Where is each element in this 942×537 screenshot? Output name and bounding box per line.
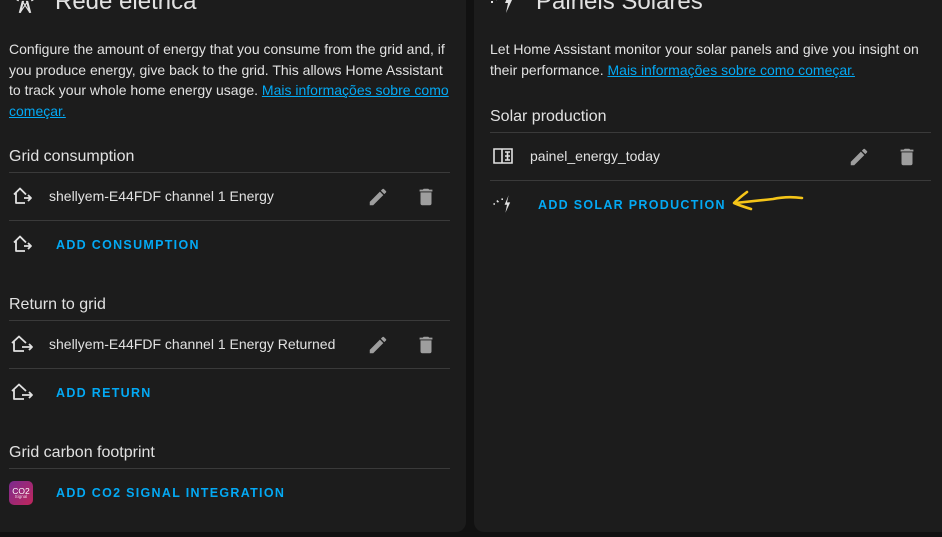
return-delete-button[interactable]: [412, 331, 440, 359]
pencil-icon: [850, 148, 868, 166]
add-solar-production-button[interactable]: ADD SOLAR PRODUCTION: [538, 198, 726, 212]
solar-learn-more-link[interactable]: Mais informações sobre como começar.: [608, 62, 855, 78]
co2-signal-logo: CO2 Signal: [9, 481, 33, 505]
grid-card: Rede elétrica Configure the amount of en…: [0, 0, 466, 532]
add-co2-signal-button[interactable]: ADD CO2 SIGNAL INTEGRATION: [56, 486, 285, 500]
pencil-icon: [369, 188, 387, 206]
solar-panel-icon: [490, 143, 516, 169]
solar-card: Painéis Solares Let Home Assistant monit…: [474, 0, 942, 532]
solar-delete-button[interactable]: [893, 143, 921, 171]
home-export-icon: [9, 331, 35, 357]
home-import-icon: [9, 231, 35, 257]
transmission-tower-icon: [10, 0, 40, 17]
home-export-icon: [9, 379, 35, 405]
solar-card-header: Painéis Solares: [474, 0, 942, 20]
solar-card-title: Painéis Solares: [536, 0, 703, 15]
home-import-icon: [9, 183, 35, 209]
grid-card-title: Rede elétrica: [55, 0, 197, 15]
consumption-delete-button[interactable]: [412, 183, 440, 211]
consumption-edit-button[interactable]: [364, 183, 392, 211]
co2-logo-subtext: Signal: [14, 494, 28, 499]
trash-icon: [419, 336, 433, 354]
grid-description-block: Configure the amount of energy that you …: [9, 39, 454, 121]
add-return-button[interactable]: ADD RETURN: [56, 386, 152, 400]
trash-icon: [900, 148, 914, 166]
solar-power-icon: [488, 0, 518, 17]
consumption-source-label: shellyem-E44FDF channel 1 Energy: [49, 188, 274, 204]
annotation-arrow-icon: [732, 190, 804, 211]
return-source-label: shellyem-E44FDF channel 1 Energy Returne…: [49, 336, 336, 352]
return-to-grid-heading: Return to grid: [9, 296, 106, 313]
solar-description-block: Let Home Assistant monitor your solar pa…: [490, 39, 938, 80]
grid-card-header: Rede elétrica: [0, 0, 466, 20]
grid-carbon-heading: Grid carbon footprint: [9, 444, 155, 461]
add-consumption-button[interactable]: ADD CONSUMPTION: [56, 238, 200, 252]
solar-edit-button[interactable]: [845, 143, 873, 171]
grid-consumption-heading: Grid consumption: [9, 148, 135, 165]
pencil-icon: [369, 336, 387, 354]
return-edit-button[interactable]: [364, 331, 392, 359]
solar-power-icon: [490, 191, 516, 217]
solar-production-heading: Solar production: [490, 108, 607, 125]
divider: [9, 468, 450, 469]
solar-source-label: painel_energy_today: [530, 148, 660, 164]
trash-icon: [419, 188, 433, 206]
